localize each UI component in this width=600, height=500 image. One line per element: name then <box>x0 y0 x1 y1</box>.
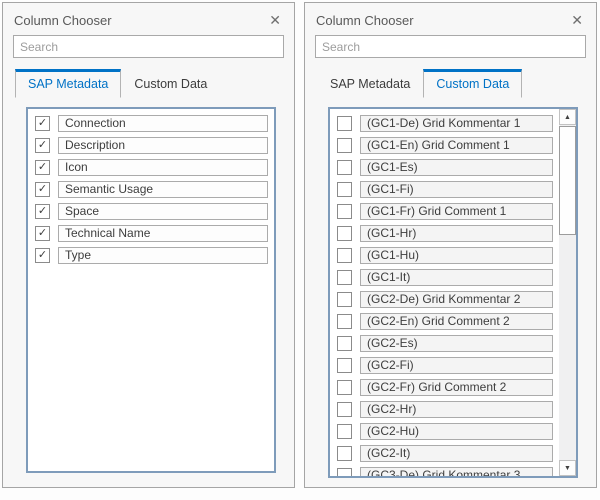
column-item-row: (GC1-En) Grid Comment 1 <box>337 137 553 154</box>
close-icon[interactable]: ✕ <box>267 12 283 28</box>
column-item-row: ✓ Type <box>35 247 268 264</box>
column-item-label[interactable]: (GC1-Hu) <box>360 247 553 264</box>
column-item-row: (GC2-De) Grid Kommentar 2 <box>337 291 553 308</box>
checkbox[interactable] <box>337 358 352 373</box>
tab-custom-data[interactable]: Custom Data <box>423 69 522 98</box>
scroll-down-button[interactable]: ▼ <box>559 460 576 476</box>
panel-title: Column Chooser <box>316 13 414 28</box>
panel-header: Column Chooser ✕ <box>305 3 596 28</box>
column-item-label[interactable]: Icon <box>58 159 268 176</box>
search-input[interactable] <box>13 35 284 58</box>
column-item-label[interactable]: (GC2-De) Grid Kommentar 2 <box>360 291 553 308</box>
checkbox[interactable] <box>337 292 352 307</box>
column-item-row: (GC1-Fr) Grid Comment 1 <box>337 203 553 220</box>
column-item-label[interactable]: Technical Name <box>58 225 268 242</box>
column-item-row: ✓ Connection <box>35 115 268 132</box>
checkbox[interactable] <box>337 424 352 439</box>
column-list: ✓ Connection ✓ Description ✓ Icon ✓ Sema… <box>26 107 276 473</box>
column-item-row: (GC2-En) Grid Comment 2 <box>337 313 553 330</box>
checkbox[interactable] <box>337 336 352 351</box>
checkbox[interactable] <box>337 160 352 175</box>
checkbox[interactable]: ✓ <box>35 160 50 175</box>
column-item-label[interactable]: Semantic Usage <box>58 181 268 198</box>
column-item-row: ✓ Technical Name <box>35 225 268 242</box>
checkbox[interactable] <box>337 204 352 219</box>
column-chooser-panel-left: Column Chooser ✕ SAP Metadata Custom Dat… <box>2 2 295 488</box>
tab-sap-metadata[interactable]: SAP Metadata <box>15 69 121 98</box>
column-item-row: ✓ Description <box>35 137 268 154</box>
checkbox[interactable] <box>337 402 352 417</box>
column-list-rows: (GC1-De) Grid Kommentar 1 (GC1-En) Grid … <box>330 109 559 476</box>
column-item-label[interactable]: (GC3-De) Grid Kommentar 3 <box>360 467 553 476</box>
tab-custom-data[interactable]: Custom Data <box>121 69 220 98</box>
column-item-label[interactable]: (GC1-Hr) <box>360 225 553 242</box>
column-item-label[interactable]: Space <box>58 203 268 220</box>
column-list-rows: ✓ Connection ✓ Description ✓ Icon ✓ Sema… <box>28 109 274 269</box>
column-item-label[interactable]: (GC1-En) Grid Comment 1 <box>360 137 553 154</box>
checkbox[interactable] <box>337 270 352 285</box>
checkbox[interactable]: ✓ <box>35 138 50 153</box>
column-item-label[interactable]: (GC2-Fi) <box>360 357 553 374</box>
column-item-label[interactable]: (GC1-Es) <box>360 159 553 176</box>
checkbox[interactable]: ✓ <box>35 204 50 219</box>
panel-header: Column Chooser ✕ <box>3 3 294 28</box>
scrollbar-thumb[interactable] <box>559 126 576 235</box>
checkbox[interactable] <box>337 248 352 263</box>
column-item-row: (GC1-De) Grid Kommentar 1 <box>337 115 553 132</box>
column-item-label[interactable]: Type <box>58 247 268 264</box>
column-item-row: ✓ Space <box>35 203 268 220</box>
column-item-label[interactable]: (GC1-It) <box>360 269 553 286</box>
close-icon[interactable]: ✕ <box>569 12 585 28</box>
column-item-row: (GC1-Es) <box>337 159 553 176</box>
checkbox[interactable] <box>337 138 352 153</box>
checkbox[interactable] <box>337 446 352 461</box>
column-list: (GC1-De) Grid Kommentar 1 (GC1-En) Grid … <box>328 107 578 478</box>
checkbox[interactable]: ✓ <box>35 226 50 241</box>
column-item-row: (GC3-De) Grid Kommentar 3 <box>337 467 553 476</box>
column-item-label[interactable]: (GC2-Hu) <box>360 423 553 440</box>
column-item-row: (GC1-It) <box>337 269 553 286</box>
checkbox[interactable] <box>337 380 352 395</box>
column-item-label[interactable]: (GC1-De) Grid Kommentar 1 <box>360 115 553 132</box>
checkbox[interactable] <box>337 182 352 197</box>
checkbox[interactable]: ✓ <box>35 182 50 197</box>
search-input[interactable] <box>315 35 586 58</box>
scrollbar[interactable]: ▲ ▼ <box>559 109 576 476</box>
column-item-label[interactable]: (GC2-Fr) Grid Comment 2 <box>360 379 553 396</box>
scrollbar-track[interactable] <box>559 125 576 460</box>
column-item-label[interactable]: (GC2-It) <box>360 445 553 462</box>
column-item-row: (GC2-Hr) <box>337 401 553 418</box>
column-item-label[interactable]: (GC2-Es) <box>360 335 553 352</box>
tab-strip: SAP Metadata Custom Data <box>15 69 284 98</box>
checkbox[interactable] <box>337 116 352 131</box>
column-item-row: (GC1-Fi) <box>337 181 553 198</box>
checkbox[interactable]: ✓ <box>35 116 50 131</box>
checkbox[interactable] <box>337 468 352 476</box>
column-item-row: (GC1-Hr) <box>337 225 553 242</box>
scroll-up-button[interactable]: ▲ <box>559 109 576 125</box>
checkbox[interactable] <box>337 314 352 329</box>
column-item-row: (GC2-It) <box>337 445 553 462</box>
column-item-row: (GC2-Es) <box>337 335 553 352</box>
column-item-label[interactable]: (GC2-En) Grid Comment 2 <box>360 313 553 330</box>
column-item-row: (GC1-Hu) <box>337 247 553 264</box>
column-item-label[interactable]: (GC1-Fr) Grid Comment 1 <box>360 203 553 220</box>
column-item-row: (GC2-Fi) <box>337 357 553 374</box>
panel-title: Column Chooser <box>14 13 112 28</box>
column-item-label[interactable]: Connection <box>58 115 268 132</box>
checkbox[interactable]: ✓ <box>35 248 50 263</box>
column-item-label[interactable]: (GC2-Hr) <box>360 401 553 418</box>
column-item-row: ✓ Semantic Usage <box>35 181 268 198</box>
tab-strip: SAP Metadata Custom Data <box>317 69 586 98</box>
column-chooser-panel-right: Column Chooser ✕ SAP Metadata Custom Dat… <box>304 2 597 488</box>
tab-sap-metadata[interactable]: SAP Metadata <box>317 69 423 98</box>
column-item-label[interactable]: Description <box>58 137 268 154</box>
column-item-row: ✓ Icon <box>35 159 268 176</box>
column-item-row: (GC2-Hu) <box>337 423 553 440</box>
column-item-label[interactable]: (GC1-Fi) <box>360 181 553 198</box>
column-item-row: (GC2-Fr) Grid Comment 2 <box>337 379 553 396</box>
checkbox[interactable] <box>337 226 352 241</box>
